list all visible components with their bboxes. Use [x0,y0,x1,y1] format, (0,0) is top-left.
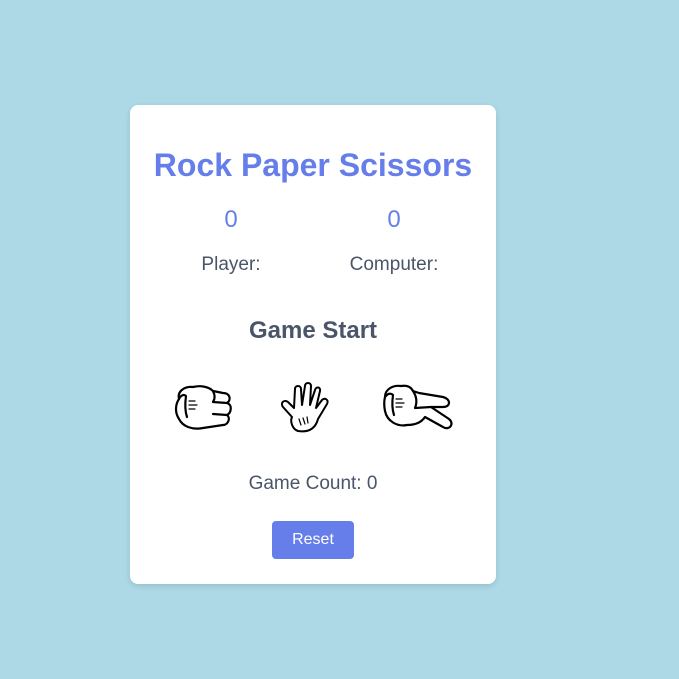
paper-button[interactable] [268,375,348,445]
game-title: Rock Paper Scissors [153,147,473,183]
game-count: Game Count: 0 [248,473,378,494]
computer-score-label: Computer: [349,254,439,275]
player-score-value: 0 [224,206,238,233]
reset-button[interactable]: Reset [272,521,354,559]
scissors-button[interactable] [375,375,455,445]
paper-hand-icon [280,382,329,433]
computer-score-value: 0 [387,206,401,233]
rock-button[interactable] [165,375,245,445]
rock-hand-icon [174,385,232,430]
game-status: Game Start [248,317,378,344]
game-card: Rock Paper Scissors 0 Player: 0 Computer… [130,105,496,584]
player-score-label: Player: [201,254,261,275]
scissors-hand-icon [383,384,453,430]
